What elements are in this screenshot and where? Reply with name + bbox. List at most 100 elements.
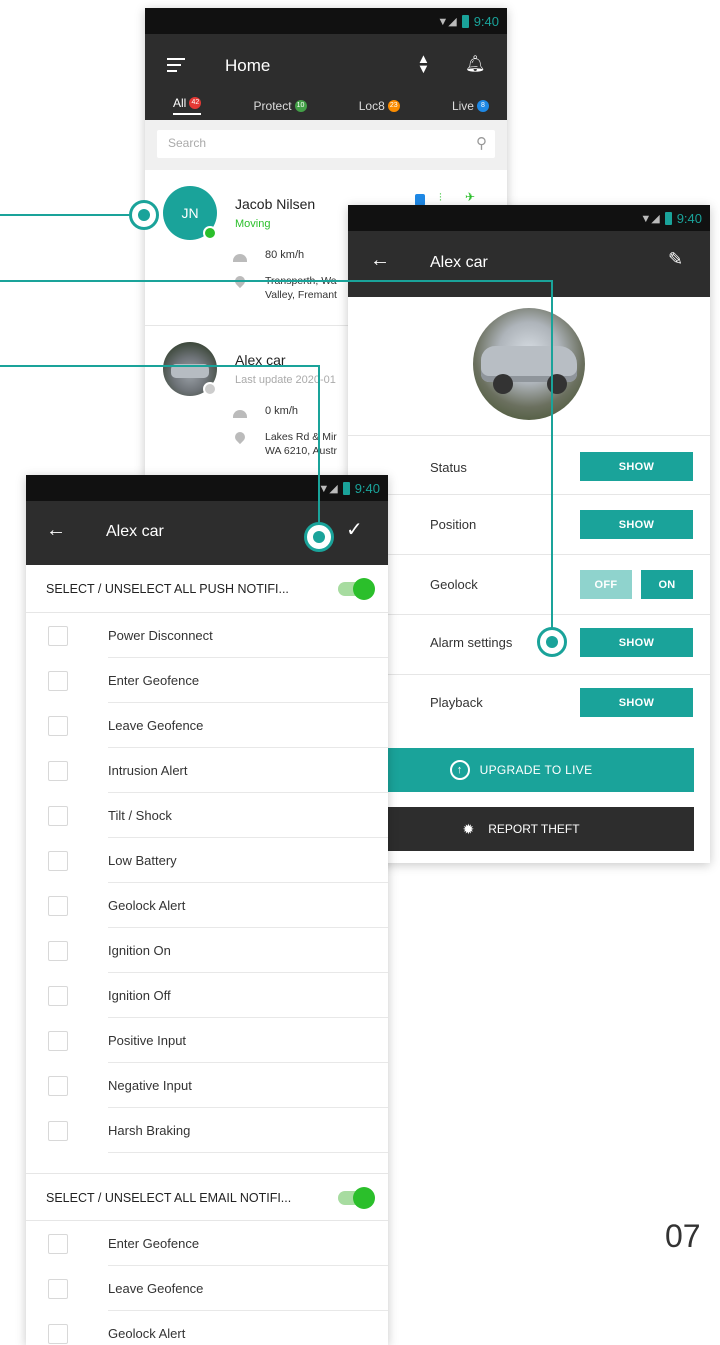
notification-settings-screen: ▼◢ 9:40 ← Alex car ✓ SELECT / UNSELECT A… (26, 475, 388, 1345)
notification-row[interactable]: Intrusion Alert (26, 748, 388, 793)
callout-marker (537, 627, 567, 657)
device-address: Transperth, Wa Valley, Fremant (265, 275, 337, 301)
push-select-all-row[interactable]: SELECT / UNSELECT ALL PUSH NOTIFI... (26, 565, 388, 613)
tab-badge: 23 (387, 99, 400, 112)
notification-checkbox[interactable] (48, 985, 68, 1006)
position-show-button[interactable]: SHOW (580, 510, 693, 539)
search-icon[interactable]: ⚲ (476, 134, 487, 152)
notification-checkbox[interactable] (48, 850, 68, 871)
notification-label: Positive Input (108, 1033, 187, 1048)
notification-checkbox[interactable] (48, 760, 68, 781)
section-spacer (26, 1153, 388, 1173)
home-appbar: Home ▲ ▼ 🔔︎ All 42 Protect 10 Loc8 23 Liv… (145, 34, 507, 120)
upgrade-label: UPGRADE TO LIVE (479, 763, 593, 777)
notification-checkbox[interactable] (48, 1323, 68, 1344)
notification-row[interactable]: Power Disconnect (26, 613, 388, 658)
bell-icon[interactable]: 🔔︎ (465, 54, 485, 74)
notification-checkbox[interactable] (48, 940, 68, 961)
geolock-off-button[interactable]: OFF (580, 570, 632, 599)
email-select-all-row[interactable]: SELECT / UNSELECT ALL EMAIL NOTIFI... (26, 1173, 388, 1221)
notification-row[interactable]: Enter Geofence (26, 658, 388, 703)
notification-row[interactable]: Harsh Braking (26, 1108, 388, 1153)
notification-checkbox[interactable] (48, 625, 68, 646)
upgrade-to-live-button[interactable]: ↑ UPGRADE TO LIVE (348, 748, 694, 792)
notification-row[interactable]: Ignition On (26, 928, 388, 973)
report-theft-label: REPORT THEFT (488, 822, 580, 836)
notification-label: Leave Geofence (108, 1281, 204, 1296)
speed-icon (233, 410, 247, 418)
report-theft-button[interactable]: ✹ REPORT THEFT (348, 807, 694, 851)
battery-icon (461, 14, 469, 28)
device-status: Moving (235, 218, 271, 230)
connector-line (318, 365, 320, 527)
wifi-signal-icon: ▼◢ (318, 482, 338, 495)
status-row: Status SHOW (348, 435, 710, 495)
notification-row[interactable]: Negative Input (26, 1063, 388, 1108)
wifi-signal-icon: ▼◢ (437, 15, 457, 28)
tab-live[interactable]: Live 8 (452, 96, 489, 115)
menu-icon[interactable] (167, 58, 185, 72)
notification-label: Tilt / Shock (108, 808, 172, 823)
notification-row[interactable]: Ignition Off (26, 973, 388, 1018)
tab-all[interactable]: All 42 (173, 96, 202, 115)
sort-icon[interactable]: ▲ ▼ (417, 52, 430, 75)
status-time: 9:40 (676, 210, 702, 226)
search-input[interactable]: Search ⚲ (157, 130, 495, 158)
status-bar: ▼◢ 9:40 (145, 8, 507, 34)
notification-checkbox[interactable] (48, 805, 68, 826)
notification-row[interactable]: Enter Geofence (26, 1221, 388, 1266)
offline-dot-icon (203, 382, 217, 396)
back-arrow-icon[interactable]: ← (46, 519, 66, 542)
detail-appbar: ← Alex car ✎ (348, 231, 710, 297)
back-arrow-icon[interactable]: ← (370, 249, 390, 272)
detail-rows: Status SHOW Position SHOW Geolock OFF ON… (348, 435, 710, 735)
edit-icon[interactable]: ✎ (668, 249, 683, 270)
row-label: Status (430, 460, 467, 475)
upgrade-arrow-icon: ↑ (449, 760, 470, 780)
notification-checkbox[interactable] (48, 895, 68, 916)
geolock-on-button[interactable]: ON (641, 570, 693, 599)
status-show-button[interactable]: SHOW (580, 452, 693, 481)
connector-line (551, 280, 553, 632)
notification-row[interactable]: Geolock Alert (26, 1311, 388, 1345)
status-bar: ▼◢ 9:40 (348, 205, 710, 231)
speed-icon (233, 254, 247, 262)
notification-checkbox[interactable] (48, 1075, 68, 1096)
row-divider (108, 1152, 388, 1153)
battery-icon (342, 481, 350, 495)
connector-line (0, 280, 553, 282)
email-select-all-toggle[interactable] (338, 1187, 375, 1209)
email-select-all-label: SELECT / UNSELECT ALL EMAIL NOTIFI... (46, 1191, 292, 1205)
connector-line (0, 214, 133, 216)
notification-checkbox[interactable] (48, 1233, 68, 1254)
email-notification-list: Enter Geofence Leave Geofence Geolock Aler… (26, 1221, 388, 1345)
notification-row[interactable]: Geolock Alert (26, 883, 388, 928)
device-status: Last update 2020-01 (235, 374, 336, 386)
notification-checkbox[interactable] (48, 670, 68, 691)
position-row: Position SHOW (348, 495, 710, 555)
signal-icon: ⫶ (439, 192, 442, 204)
tab-protect[interactable]: Protect 10 (254, 96, 307, 115)
notification-row[interactable]: Positive Input (26, 1018, 388, 1063)
device-name: Jacob Nilsen (235, 196, 316, 212)
device-speed: 80 km/h (265, 249, 305, 261)
notification-checkbox[interactable] (48, 715, 68, 736)
tab-loc8[interactable]: Loc8 23 (359, 96, 400, 115)
checkmark-icon[interactable]: ✓ (346, 517, 363, 542)
notification-checkbox[interactable] (48, 1120, 68, 1141)
notification-row[interactable]: Tilt / Shock (26, 793, 388, 838)
alarm-settings-show-button[interactable]: SHOW (580, 628, 693, 657)
notification-row[interactable]: Low Battery (26, 838, 388, 883)
notification-checkbox[interactable] (48, 1030, 68, 1051)
notification-row[interactable]: Leave Geofence (26, 703, 388, 748)
geolock-row: Geolock OFF ON (348, 555, 710, 615)
page-title: Home (225, 56, 271, 75)
notification-checkbox[interactable] (48, 1278, 68, 1299)
notification-label: Ignition On (108, 943, 171, 958)
push-select-all-toggle[interactable] (338, 578, 375, 600)
playback-row: Playback SHOW (348, 675, 710, 735)
notification-label: Power Disconnect (108, 628, 213, 643)
page-number: 07 (665, 1218, 701, 1254)
notification-row[interactable]: Leave Geofence (26, 1266, 388, 1311)
playback-show-button[interactable]: SHOW (580, 688, 693, 717)
